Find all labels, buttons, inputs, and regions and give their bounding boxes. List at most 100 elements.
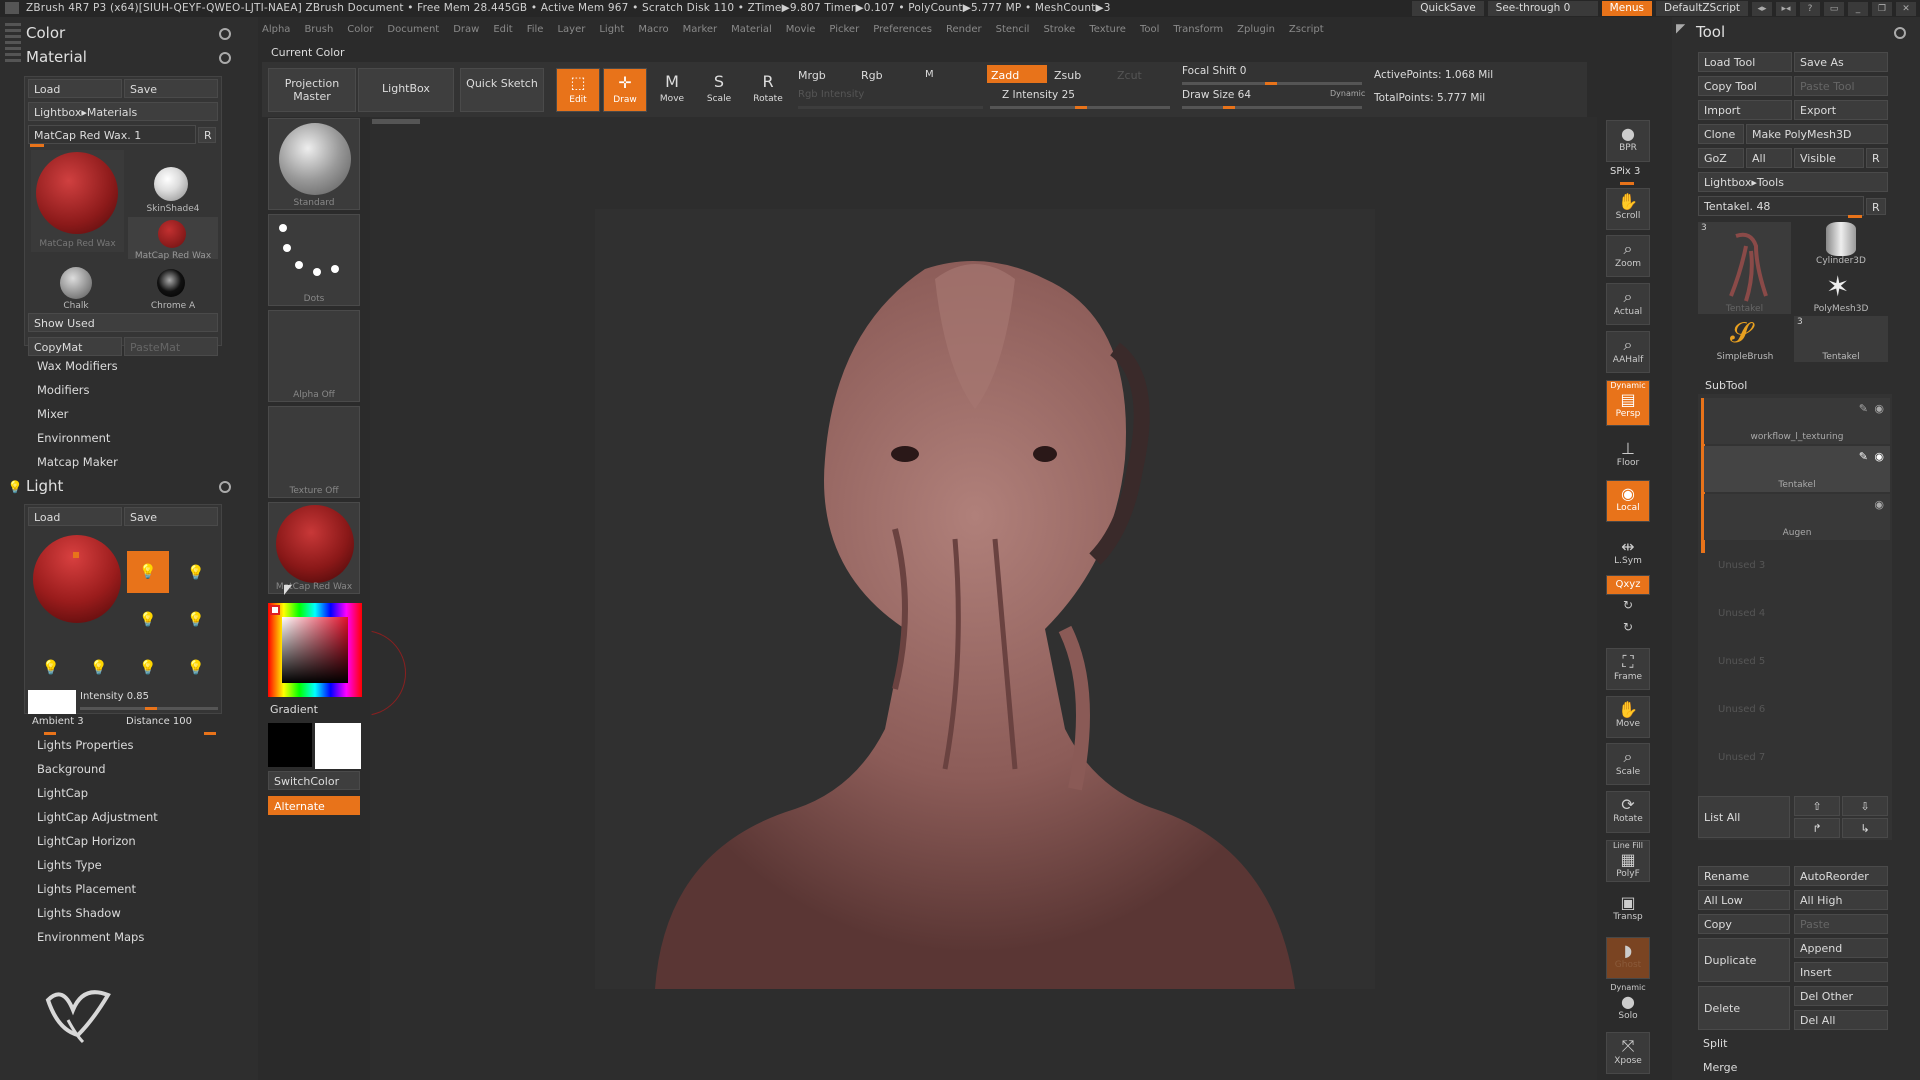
subtool-row-augen[interactable]: ◉ Augen [1704,494,1890,540]
tool-refresh-icon[interactable] [1894,27,1906,39]
tool-palette-arrow-icon[interactable]: ◤ [1676,21,1685,35]
move-view-button[interactable]: ✋ Move [1606,696,1650,738]
move-in-arrow-icon[interactable]: ↳ [1842,818,1888,838]
z-intensity-slider[interactable]: Z Intensity 25 [1002,89,1075,101]
insert-button[interactable]: Insert [1794,962,1888,982]
menus-button[interactable]: Menus [1601,1,1652,16]
material-r-button[interactable]: R [198,127,216,143]
material-save-button[interactable]: Save [124,79,218,98]
rotate-z-icon[interactable]: ↻ [1606,620,1650,638]
menu-movie[interactable]: Movie [786,24,816,40]
save-as-button[interactable]: Save As [1794,52,1888,72]
polymesh3d-icon[interactable]: ✶ [1826,270,1849,303]
goz-all-button[interactable]: All [1746,148,1792,168]
aahalf-button[interactable]: ⌕ AAHalf [1606,331,1650,373]
quick-sketch-button[interactable]: Quick Sketch [460,68,544,112]
menu-tool[interactable]: Tool [1140,24,1159,40]
menu-brush[interactable]: Brush [304,24,333,40]
export-button[interactable]: Export [1794,100,1888,120]
material-swatch-chalk[interactable] [60,267,92,299]
rgb-intensity-slider[interactable]: Rgb Intensity [798,89,864,100]
light-7-bulb-icon[interactable]: 💡 [137,653,159,683]
append-button[interactable]: Append [1794,938,1888,958]
clone-button[interactable]: Clone [1698,124,1744,144]
submenu-wax-modifiers[interactable]: Wax Modifiers [37,359,118,373]
material-swatch-chrome[interactable] [157,269,185,297]
dynamic-toggle[interactable]: Dynamic [1330,89,1365,98]
restore-icon[interactable]: ❐ [1872,1,1892,16]
distance-slider[interactable]: Distance 100 [126,716,192,727]
rotate-view-button[interactable]: ⟳ Rotate [1606,791,1650,833]
scale-view-button[interactable]: ⌕ Scale [1606,743,1650,785]
rename-button[interactable]: Rename [1698,866,1790,886]
duplicate-button[interactable]: Duplicate [1698,938,1790,982]
goz-r-button[interactable]: R [1866,148,1888,168]
document-area[interactable] [595,209,1375,989]
submenu-mixer[interactable]: Mixer [37,407,68,421]
submenu-lightcap[interactable]: LightCap [37,786,88,800]
color-refresh-icon[interactable] [219,28,231,40]
cylinder3d-icon[interactable] [1826,222,1856,256]
actual-button[interactable]: ⌕ Actual [1606,283,1650,325]
floor-button[interactable]: ⊥ Floor [1606,436,1650,472]
rotate-button[interactable]: R Rotate [746,68,790,112]
material-refresh-icon[interactable] [219,52,231,64]
mrgb-button[interactable]: Mrgb [798,69,826,82]
transp-button[interactable]: ▣ Transp [1606,890,1650,932]
menu-texture[interactable]: Texture [1089,24,1126,40]
close-icon[interactable]: ✕ [1896,1,1916,16]
zoom-button[interactable]: ⌕ Zoom [1606,235,1650,277]
submenu-environment[interactable]: Environment [37,431,110,445]
material-load-button[interactable]: Load [28,79,122,98]
rotate-y-icon[interactable]: ↻ [1606,598,1650,616]
draw-size-slider[interactable]: Draw Size 64 [1182,89,1251,101]
subtool-row-workflow[interactable]: ◉ ✎ workflow_l_texturing [1704,398,1890,444]
light-4-bulb-icon[interactable]: 💡 [185,605,207,635]
copy-subtool-button[interactable]: Copy [1698,914,1790,934]
paste-tool-button[interactable]: Paste Tool [1794,76,1888,96]
menu-material[interactable]: Material [731,24,772,40]
submenu-environment-maps[interactable]: Environment Maps [37,930,144,944]
current-material-slider[interactable]: MatCap Red Wax. 1 [28,125,196,144]
load-tool-button[interactable]: Load Tool [1698,52,1792,72]
light-2-bulb-icon[interactable]: 💡 [185,558,207,588]
submenu-lights-type[interactable]: Lights Type [37,858,102,872]
submenu-lightcap-adjustment[interactable]: LightCap Adjustment [37,810,158,824]
light-3-bulb-icon[interactable]: 💡 [137,605,159,635]
menu-layer[interactable]: Layer [557,24,585,40]
lock-icon[interactable]: ▭ [1824,1,1844,16]
light-load-button[interactable]: Load [28,507,122,526]
light-preview-sphere[interactable] [33,535,121,623]
material-thumb[interactable]: MatCap Red Wax [268,502,360,594]
menu-light[interactable]: Light [599,24,624,40]
tool-palette-title[interactable]: Tool [1696,23,1725,41]
simplebrush-icon[interactable]: 𝓢 [1730,316,1752,350]
paste-subtool-button[interactable]: Paste [1794,914,1888,934]
minimize-icon[interactable]: _ [1848,1,1868,16]
scroll-button[interactable]: ✋ Scroll [1606,188,1650,230]
menu-preferences[interactable]: Preferences [873,24,932,40]
local-button[interactable]: ◉ Local [1606,480,1650,522]
secondary-color-swatch[interactable] [268,723,312,767]
zcut-button[interactable]: Zcut [1117,69,1142,82]
alpha-off-thumb[interactable]: Alpha Off [268,310,360,402]
copymat-button[interactable]: CopyMat [28,337,122,356]
menu-picker[interactable]: Picker [829,24,859,40]
submenu-lights-properties[interactable]: Lights Properties [37,738,133,752]
menu-transform[interactable]: Transform [1173,24,1223,40]
autoreorder-button[interactable]: AutoReorder [1794,866,1888,886]
lightbox-button[interactable]: LightBox [358,68,454,112]
material-palette-title[interactable]: Material [26,48,87,66]
menu-file[interactable]: File [527,24,544,40]
submenu-lights-shadow[interactable]: Lights Shadow [37,906,121,920]
merge-menu[interactable]: Merge [1698,1058,1888,1078]
tool-thumb-tentakel-2[interactable]: 3 Tentakel [1794,316,1888,362]
seethrough-slider[interactable]: See-through 0 [1487,1,1598,16]
split-menu[interactable]: Split [1698,1034,1888,1054]
del-other-button[interactable]: Del Other [1794,986,1888,1006]
solo-button[interactable]: Dynamic ● Solo [1606,983,1650,1025]
move-up-arrow-icon[interactable]: ⇧ [1794,796,1840,816]
menu-stencil[interactable]: Stencil [996,24,1030,40]
submenu-lightcap-horizon[interactable]: LightCap Horizon [37,834,136,848]
help-icon[interactable]: ? [1800,1,1820,16]
